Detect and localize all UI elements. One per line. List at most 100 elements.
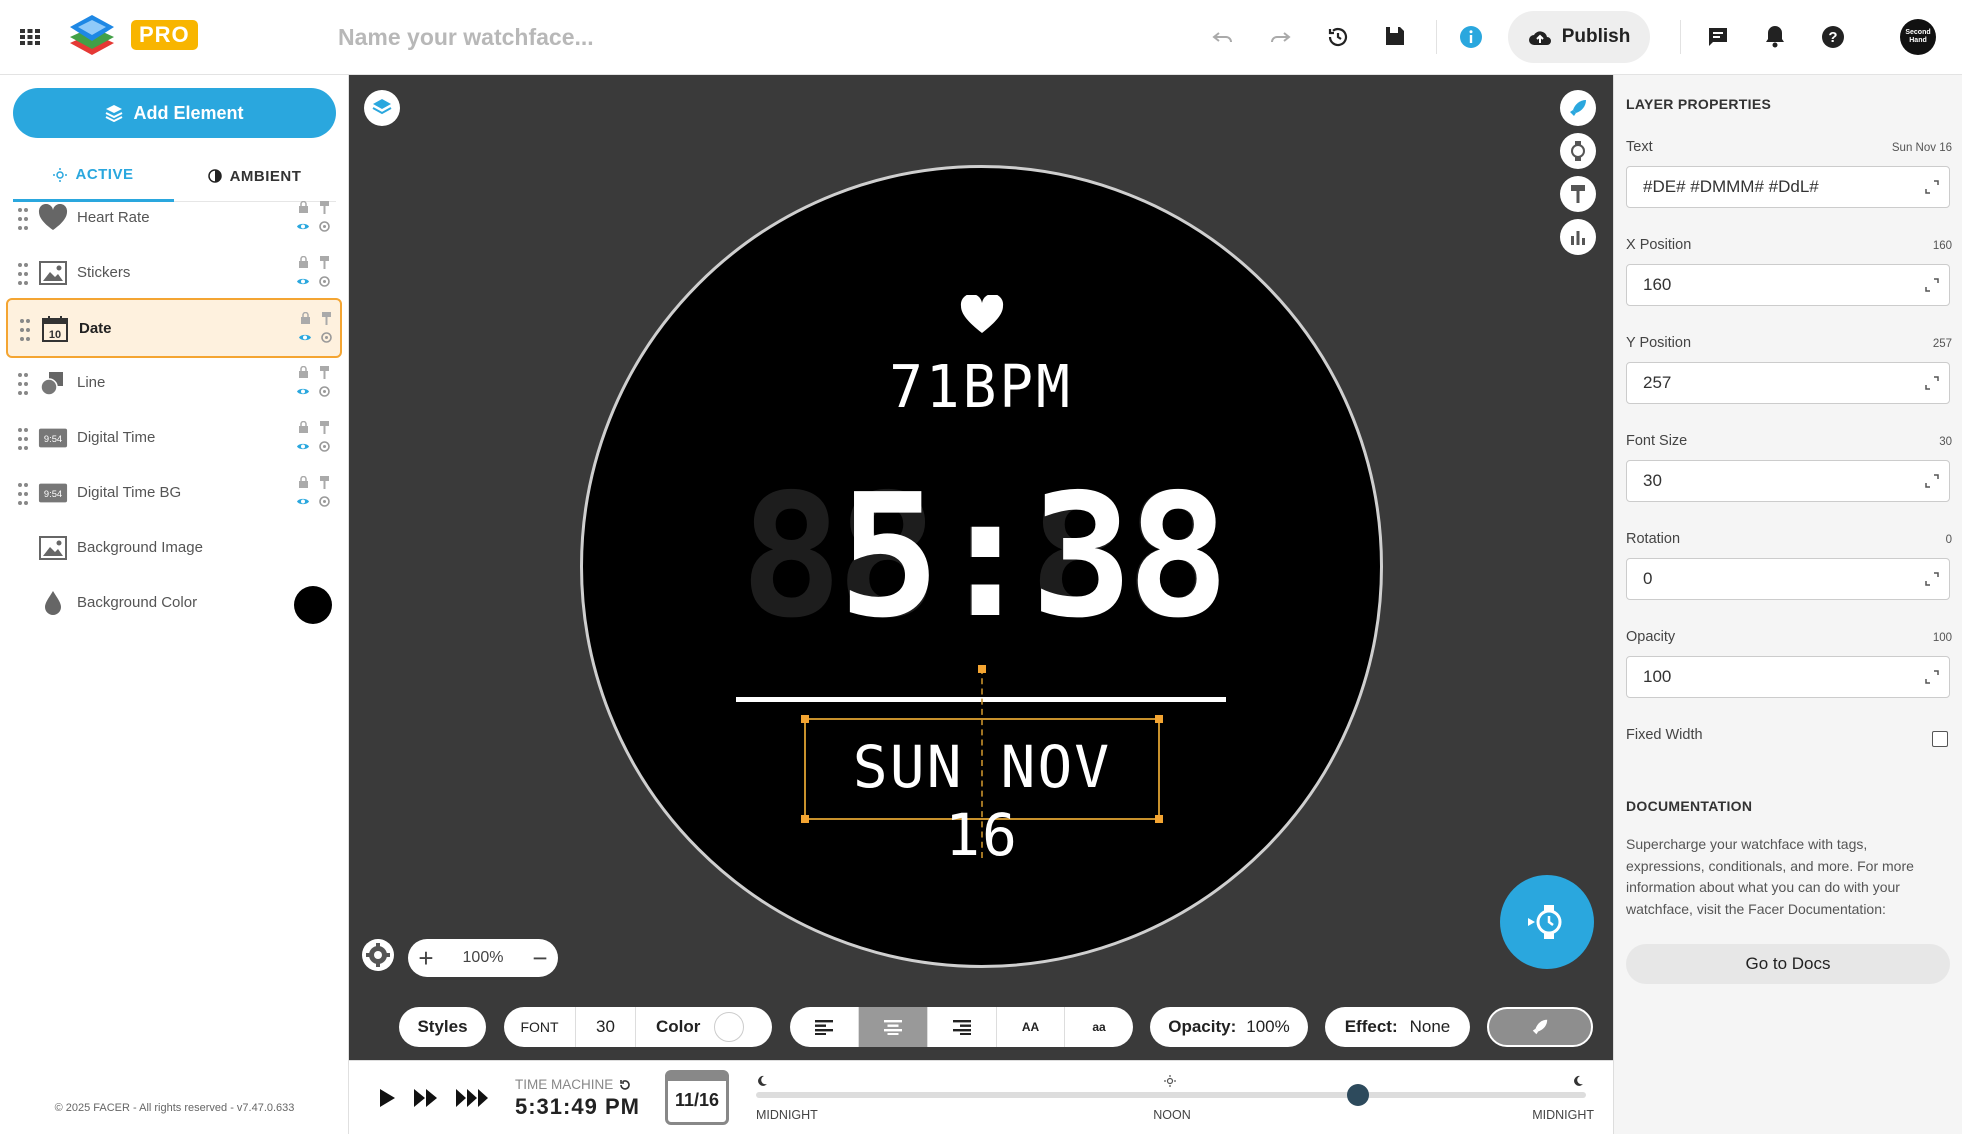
- layer-row-heart-rate[interactable]: Heart Rate: [6, 189, 342, 249]
- gear-icon[interactable]: [319, 330, 333, 344]
- resize-handle[interactable]: [1155, 715, 1163, 723]
- paint-roller-icon[interactable]: [317, 200, 331, 214]
- gear-icon[interactable]: [317, 384, 331, 398]
- layer-row-digital-time[interactable]: 9:54 Digital Time: [6, 409, 342, 469]
- add-element-button[interactable]: Add Element: [13, 88, 336, 138]
- paint-roller-icon[interactable]: [317, 475, 331, 489]
- eye-icon[interactable]: [298, 330, 312, 344]
- layer-row-date[interactable]: 10 Date: [6, 298, 342, 358]
- lock-icon[interactable]: [298, 311, 312, 325]
- apps-grid-icon[interactable]: [18, 25, 42, 49]
- eye-icon[interactable]: [296, 494, 310, 508]
- play-icon[interactable]: [377, 1087, 397, 1109]
- stats-button[interactable]: [1560, 219, 1596, 255]
- canvas-settings-button[interactable]: [362, 939, 394, 971]
- opacity-input[interactable]: 100: [1626, 656, 1950, 698]
- gear-icon[interactable]: [317, 439, 331, 453]
- eye-icon[interactable]: [296, 274, 310, 288]
- date-picker[interactable]: 11/16: [665, 1070, 729, 1125]
- help-icon[interactable]: ?: [1820, 24, 1846, 50]
- paint-roller-icon[interactable]: [317, 420, 331, 434]
- bell-icon[interactable]: [1762, 23, 1788, 49]
- uppercase-button[interactable]: AA: [997, 1007, 1065, 1047]
- watchface-canvas[interactable]: 71BPM 88:88 5:38 SUN NOV 16 + 100% −: [349, 75, 1613, 1060]
- layer-row-background-color[interactable]: Background Color: [6, 574, 342, 634]
- y-position-input[interactable]: 257: [1626, 362, 1950, 404]
- lock-icon[interactable]: [296, 420, 310, 434]
- expand-icon[interactable]: [1925, 572, 1939, 586]
- x-position-input[interactable]: 160: [1626, 264, 1950, 306]
- effect-control[interactable]: Effect: None: [1325, 1007, 1470, 1047]
- align-center-button[interactable]: [859, 1007, 928, 1047]
- time-slider-thumb[interactable]: [1346, 1084, 1369, 1106]
- expand-icon[interactable]: [1925, 376, 1939, 390]
- drag-handle-icon[interactable]: [18, 369, 30, 397]
- gear-icon[interactable]: [317, 494, 331, 508]
- lock-icon[interactable]: [296, 365, 310, 379]
- lock-icon[interactable]: [296, 200, 310, 214]
- lock-icon[interactable]: [296, 255, 310, 269]
- watch-face[interactable]: 71BPM 88:88 5:38 SUN NOV 16: [580, 165, 1383, 968]
- paint-roller-icon[interactable]: [319, 311, 333, 325]
- styles-button[interactable]: Styles: [399, 1007, 486, 1047]
- color-swatch[interactable]: [714, 1012, 745, 1042]
- drag-handle-icon[interactable]: [20, 315, 32, 343]
- info-icon[interactable]: [1458, 24, 1484, 50]
- reset-icon[interactable]: [619, 1079, 631, 1091]
- drag-handle-icon[interactable]: [18, 259, 30, 287]
- drag-handle-icon[interactable]: [18, 479, 30, 507]
- background-color-swatch[interactable]: [294, 586, 332, 624]
- paint-button[interactable]: [1560, 176, 1596, 212]
- watchface-name-input[interactable]: [338, 20, 898, 54]
- layer-row-digital-time-bg[interactable]: 9:54 Digital Time BG: [6, 464, 342, 524]
- date-text[interactable]: SUN NOV 16: [804, 733, 1160, 869]
- redo-icon[interactable]: [1267, 24, 1293, 50]
- gear-icon[interactable]: [317, 219, 331, 233]
- text-input[interactable]: #DE# #DMMM# #DdL#: [1626, 166, 1950, 208]
- digital-time-text[interactable]: 5:38: [838, 458, 1238, 656]
- fastest-forward-icon[interactable]: [455, 1087, 491, 1109]
- user-avatar[interactable]: Second Hand: [1900, 19, 1936, 55]
- lowercase-button[interactable]: aa: [1065, 1007, 1133, 1047]
- font-picker[interactable]: FONT: [504, 1007, 576, 1047]
- go-to-docs-button[interactable]: Go to Docs: [1626, 944, 1950, 984]
- layer-row-background-image[interactable]: Background Image: [6, 519, 342, 579]
- font-size-input[interactable]: 30: [576, 1007, 636, 1047]
- fast-forward-icon[interactable]: [413, 1087, 439, 1109]
- boost-button[interactable]: [1560, 90, 1596, 126]
- zoom-out-button[interactable]: −: [522, 943, 558, 974]
- gear-icon[interactable]: [317, 274, 331, 288]
- layers-toggle-button[interactable]: [364, 90, 400, 126]
- zoom-in-button[interactable]: +: [408, 943, 444, 974]
- drag-handle-icon[interactable]: [18, 204, 30, 232]
- font-size-input[interactable]: 30: [1626, 460, 1950, 502]
- expand-icon[interactable]: [1925, 474, 1939, 488]
- opacity-control[interactable]: Opacity: 100%: [1150, 1007, 1308, 1047]
- chat-icon[interactable]: [1705, 24, 1731, 50]
- rotate-handle[interactable]: [978, 665, 986, 673]
- drag-handle-icon[interactable]: [18, 424, 30, 452]
- history-icon[interactable]: [1325, 24, 1351, 50]
- resize-handle[interactable]: [801, 715, 809, 723]
- layer-row-line[interactable]: Line: [6, 354, 342, 414]
- paint-roller-icon[interactable]: [317, 255, 331, 269]
- expand-icon[interactable]: [1925, 278, 1939, 292]
- undo-icon[interactable]: [1210, 24, 1236, 50]
- lock-icon[interactable]: [296, 475, 310, 489]
- eye-icon[interactable]: [296, 439, 310, 453]
- watch-preview-fab[interactable]: [1500, 875, 1594, 969]
- heart-rate-text[interactable]: 71BPM: [881, 353, 1081, 421]
- eye-icon[interactable]: [296, 219, 310, 233]
- align-left-button[interactable]: [790, 1007, 859, 1047]
- save-icon[interactable]: [1382, 23, 1408, 49]
- boost-layer-button[interactable]: [1487, 1007, 1593, 1047]
- time-slider-track[interactable]: [756, 1084, 1586, 1106]
- paint-roller-icon[interactable]: [317, 365, 331, 379]
- expand-icon[interactable]: [1925, 670, 1939, 684]
- expand-icon[interactable]: [1925, 180, 1939, 194]
- rotation-input[interactable]: 0: [1626, 558, 1950, 600]
- eye-icon[interactable]: [296, 384, 310, 398]
- watch-preview-button[interactable]: [1560, 133, 1596, 169]
- facer-logo[interactable]: [68, 11, 116, 61]
- publish-button[interactable]: Publish: [1508, 11, 1650, 63]
